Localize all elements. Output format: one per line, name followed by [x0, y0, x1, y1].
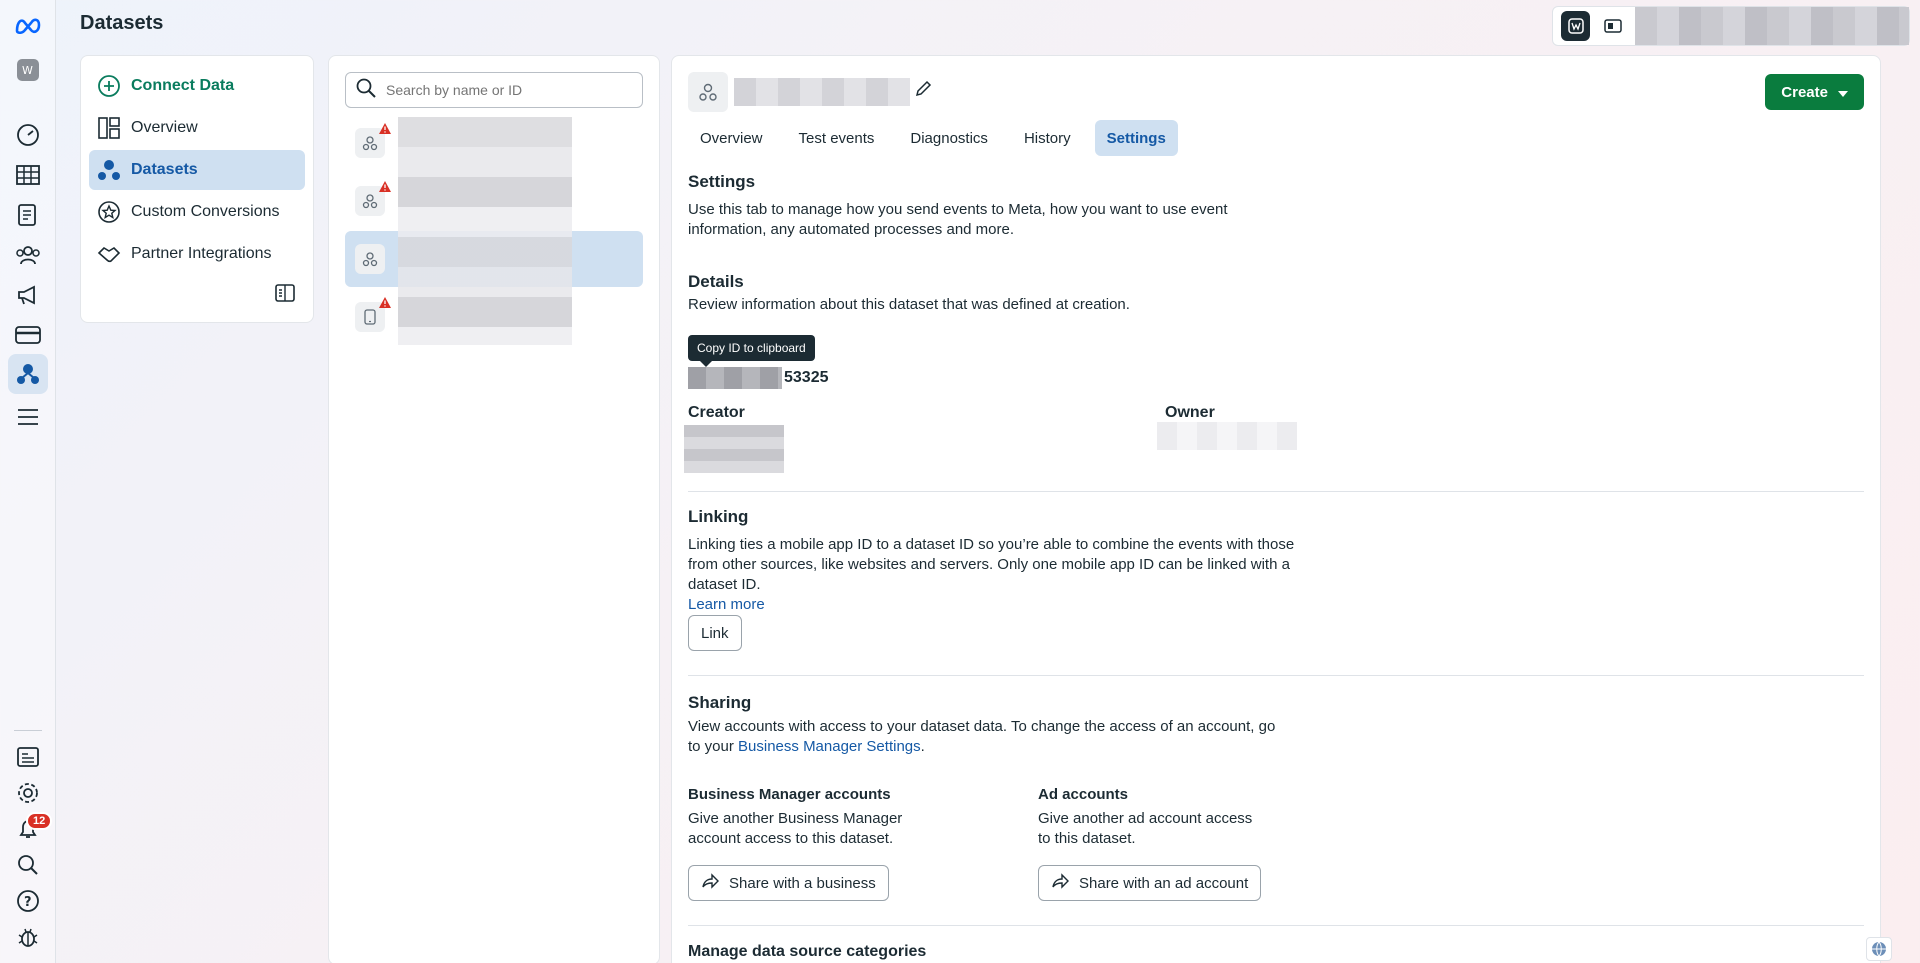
section-divider — [688, 925, 1864, 926]
account-switcher[interactable] — [1552, 6, 1910, 46]
sharing-title: Sharing — [688, 693, 752, 712]
sharing-description: View accounts with access to your datase… — [688, 717, 1288, 757]
dataset-id-redacted — [688, 367, 782, 389]
warning-icon — [379, 295, 391, 312]
datasets-icon — [97, 158, 121, 182]
ad-accounts-description: Give another ad account access to this d… — [1038, 810, 1253, 847]
plus-circle-icon — [97, 74, 121, 98]
search-icon — [356, 78, 376, 102]
dataset-id-suffix: 53325 — [784, 369, 829, 386]
table-icon[interactable] — [13, 160, 43, 190]
detail-tabs: Overview Test events Diagnostics History… — [688, 120, 1190, 156]
rail-divider — [14, 730, 42, 731]
workspace-switch-icon[interactable] — [1561, 11, 1591, 41]
language-globe-icon[interactable] — [1866, 937, 1892, 961]
linking-title: Linking — [688, 507, 749, 526]
bm-accounts-title: Business Manager accounts — [688, 786, 891, 803]
audiences-icon[interactable] — [13, 240, 43, 270]
reports-icon[interactable] — [13, 200, 43, 230]
sharing-text-end: . — [920, 738, 925, 755]
collapse-panel-icon[interactable] — [275, 284, 295, 306]
page-title: Datasets — [80, 12, 164, 34]
warning-icon — [379, 179, 391, 196]
linking-description: Linking ties a mobile app ID to a datase… — [688, 535, 1328, 615]
bug-report-icon[interactable] — [13, 922, 43, 952]
nav-label: Connect Data — [131, 77, 235, 94]
billing-card-icon[interactable] — [13, 320, 43, 350]
left-rail: W 12 ? — [0, 0, 56, 963]
dataset-icon — [355, 244, 385, 274]
dashboard-icon[interactable] — [13, 120, 43, 150]
all-tools-icon[interactable] — [13, 402, 43, 432]
share-with-ad-account-label: Share with an ad account — [1079, 874, 1249, 892]
tab-settings[interactable]: Settings — [1094, 120, 1178, 156]
settings-description: Use this tab to manage how you send even… — [688, 201, 1228, 238]
workspace-icon[interactable]: W — [13, 55, 43, 85]
section-divider — [688, 675, 1864, 676]
section-divider — [688, 491, 1864, 492]
learn-more-link[interactable]: Learn more — [688, 596, 765, 613]
svg-text:W: W — [22, 64, 33, 77]
nav-label: Custom Conversions — [131, 203, 280, 220]
dataset-icon — [688, 72, 728, 112]
linking-text: Linking ties a mobile app ID to a datase… — [688, 536, 1295, 593]
star-badge-icon — [97, 200, 121, 224]
dataset-detail-card: Create Overview Test events Diagnostics … — [671, 55, 1881, 963]
tab-test-events[interactable]: Test events — [787, 120, 887, 156]
nav-connect-data[interactable]: Connect Data — [89, 66, 305, 106]
account-name-redacted — [1635, 7, 1909, 45]
meta-logo-icon[interactable] — [13, 10, 43, 40]
share-arrow-icon — [701, 873, 719, 893]
datasets-nav-card: Connect Data Overview Datasets Custom Co… — [80, 55, 314, 323]
nav-custom-conversions[interactable]: Custom Conversions — [89, 192, 305, 232]
details-description: Review information about this dataset th… — [688, 296, 1130, 313]
nav-overview[interactable]: Overview — [89, 108, 305, 148]
caret-down-icon — [1838, 84, 1848, 101]
datasets-icon[interactable] — [8, 354, 48, 394]
help-icon[interactable]: ? — [13, 886, 43, 916]
share-with-ad-account-button[interactable]: Share with an ad account — [1038, 865, 1262, 901]
business-manager-settings-link[interactable]: Business Manager Settings — [738, 738, 921, 755]
share-with-business-label: Share with a business — [729, 874, 876, 892]
dataset-name-redacted — [734, 78, 910, 106]
tab-history[interactable]: History — [1012, 120, 1083, 156]
svg-text:?: ? — [24, 895, 32, 910]
search-box[interactable] — [345, 72, 643, 108]
creator-redacted — [684, 425, 784, 473]
manage-data-source-categories-title: Manage data source categories — [688, 943, 927, 960]
nav-partner-integrations[interactable]: Partner Integrations — [89, 234, 305, 274]
tab-diagnostics[interactable]: Diagnostics — [898, 120, 1000, 156]
ad-accounts-title: Ad accounts — [1038, 786, 1129, 803]
details-title: Details — [688, 272, 744, 291]
settings-title: Settings — [688, 172, 756, 191]
overview-layout-icon — [97, 116, 121, 140]
share-with-business-button[interactable]: Share with a business — [688, 865, 889, 901]
tab-overview[interactable]: Overview — [688, 120, 775, 156]
settings-gear-icon[interactable] — [13, 778, 43, 808]
creator-label: Creator — [688, 404, 745, 421]
nav-label: Overview — [131, 119, 198, 136]
owner-redacted — [1157, 422, 1297, 450]
dataset-names-redacted — [398, 117, 572, 345]
handshake-icon — [97, 242, 121, 266]
nav-datasets[interactable]: Datasets — [89, 150, 305, 190]
create-button[interactable]: Create — [1765, 74, 1864, 110]
ads-megaphone-icon[interactable] — [13, 280, 43, 310]
nav-label: Datasets — [131, 161, 198, 178]
bm-accounts-description: Give another Business Manager account ac… — [688, 810, 903, 847]
notification-count-badge: 12 — [26, 812, 53, 830]
share-arrow-icon — [1051, 873, 1069, 893]
ad-account-icon[interactable] — [1598, 11, 1627, 41]
search-input[interactable] — [386, 82, 626, 98]
dataset-id[interactable]: 53325 — [688, 367, 829, 389]
link-button[interactable]: Link — [688, 615, 742, 651]
pencil-edit-icon[interactable] — [914, 80, 932, 102]
copy-id-tooltip: Copy ID to clipboard — [688, 335, 815, 367]
nav-label: Partner Integrations — [131, 245, 272, 262]
create-label: Create — [1781, 83, 1828, 101]
owner-label: Owner — [1165, 404, 1215, 421]
warning-icon — [379, 121, 391, 138]
search-icon[interactable] — [13, 850, 43, 880]
pages-icon[interactable] — [13, 742, 43, 772]
